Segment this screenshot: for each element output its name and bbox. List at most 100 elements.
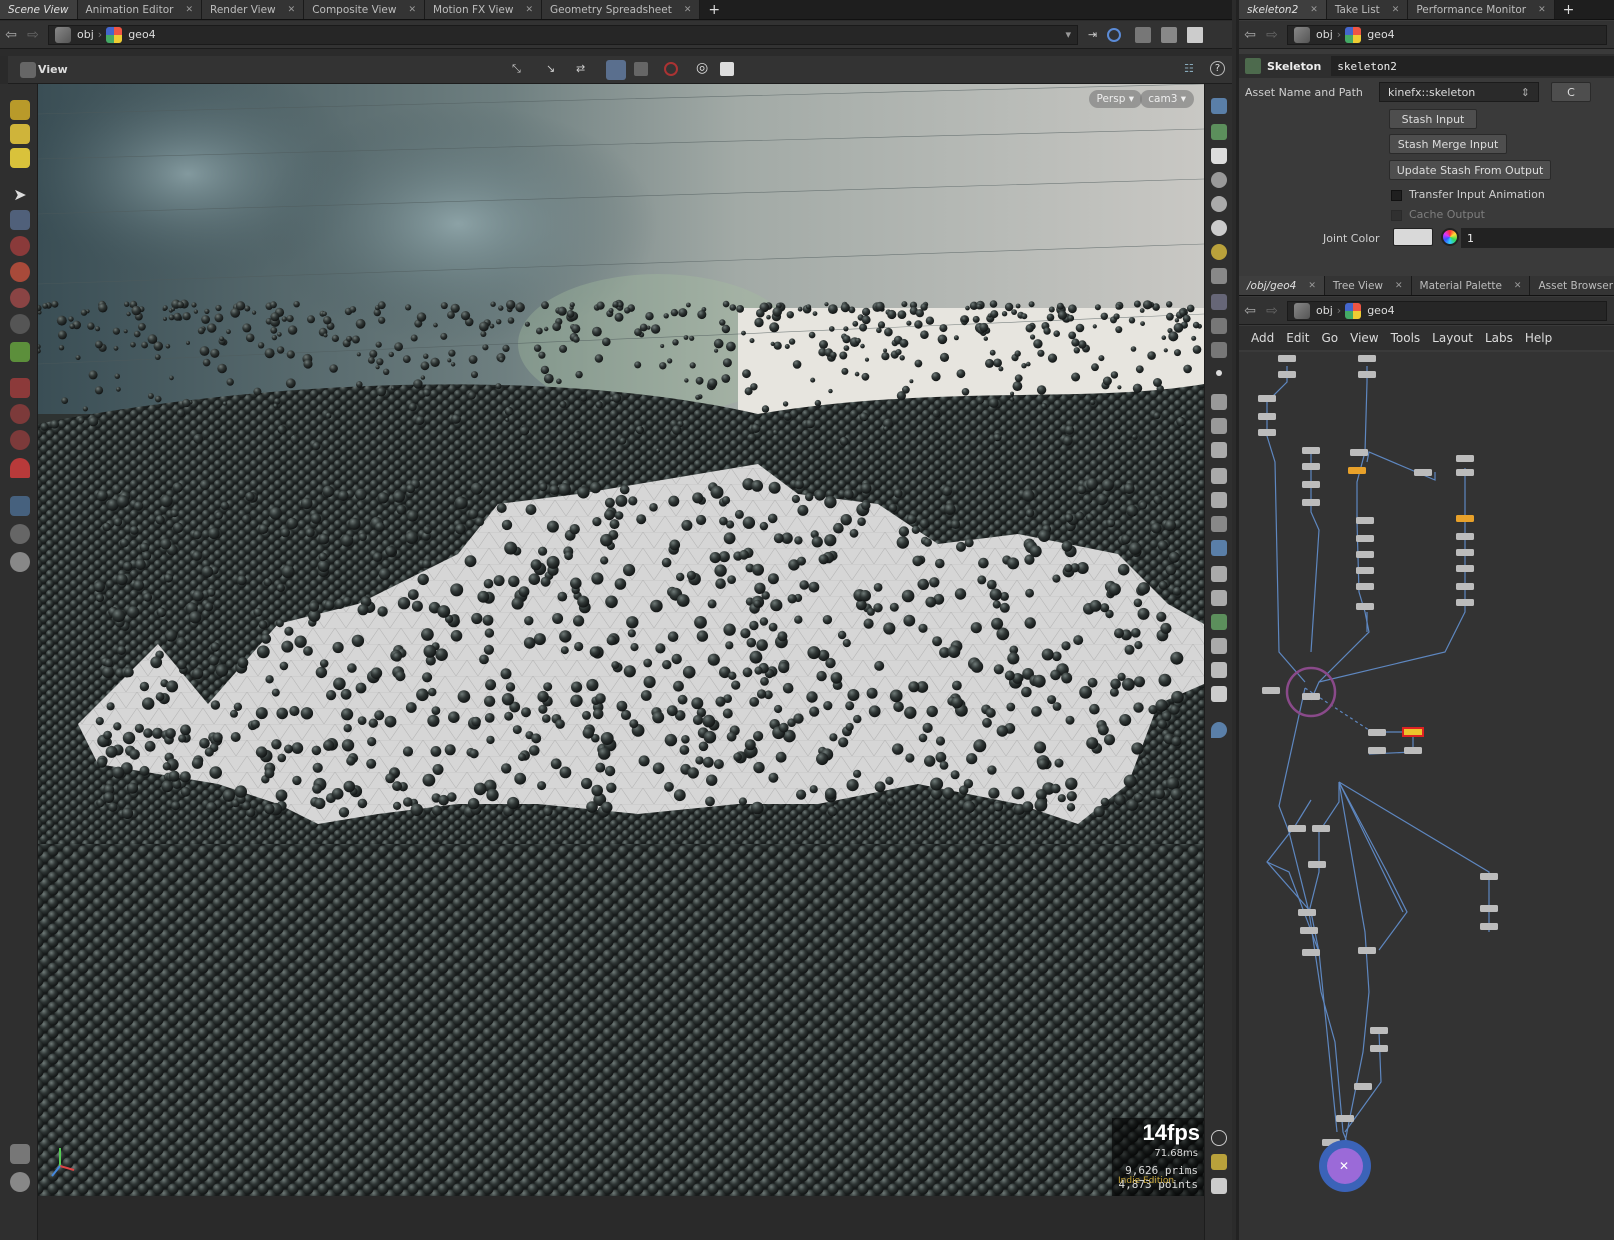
menu-labs[interactable]: Labs (1485, 331, 1513, 345)
select-groups-icon[interactable] (606, 60, 626, 80)
network-node[interactable] (1456, 469, 1474, 476)
wireframe-icon[interactable] (1211, 566, 1227, 582)
smooth-shade-icon[interactable] (1211, 590, 1227, 606)
network-node[interactable] (1278, 355, 1296, 362)
path-field[interactable]: obj › geo4 (1287, 300, 1607, 321)
close-icon[interactable]: ✕ (1395, 281, 1403, 291)
display-options-icon[interactable] (1135, 26, 1152, 43)
display-mode-icon[interactable] (1211, 98, 1227, 114)
network-node[interactable] (1356, 551, 1374, 558)
joint-color-swatch[interactable] (1393, 228, 1433, 246)
network-node[interactable] (1480, 923, 1498, 930)
snap-tool-icon[interactable] (10, 378, 30, 398)
viewport-icon[interactable] (10, 496, 30, 516)
tab-asset-browser[interactable]: Asset Browser✕ (1530, 276, 1614, 295)
close-icon[interactable]: ✕ (1514, 281, 1522, 291)
joint-color-value-field[interactable]: 1 (1461, 228, 1614, 248)
transform-icon[interactable]: ⇄ (576, 62, 585, 75)
image-icon[interactable] (1211, 686, 1227, 702)
background-icon[interactable] (10, 1172, 30, 1192)
menu-help[interactable]: Help (1525, 331, 1552, 345)
network-node[interactable] (1258, 413, 1276, 420)
select-arrow-tool-icon[interactable]: ➤ (10, 184, 30, 204)
pose-tool-icon[interactable] (10, 314, 30, 334)
link-icon[interactable] (1107, 27, 1122, 42)
light-icon[interactable] (10, 552, 30, 572)
network-node[interactable] (1350, 449, 1368, 456)
stash-input-button[interactable]: Stash Input (1389, 109, 1477, 129)
grid-snap-icon[interactable] (1211, 638, 1227, 654)
network-node[interactable] (1302, 447, 1320, 454)
network-node[interactable] (1358, 371, 1376, 378)
help-icon[interactable]: ? (1210, 61, 1225, 76)
network-node[interactable] (1302, 693, 1320, 700)
scale-tool-icon[interactable] (10, 288, 30, 308)
info-icon[interactable] (1211, 1130, 1227, 1146)
brush-tool-icon[interactable] (10, 342, 30, 362)
select-arrow-icon[interactable]: ↘ (546, 62, 555, 75)
close-icon[interactable]: ✕ (525, 5, 533, 15)
network-node[interactable] (1262, 687, 1280, 694)
network-node[interactable] (1370, 1045, 1388, 1052)
close-icon[interactable]: ✕ (185, 5, 193, 15)
tab-obj-geo4[interactable]: /obj/geo4 ✕ (1239, 276, 1325, 295)
network-node[interactable] (1302, 463, 1320, 470)
network-node[interactable] (1354, 1083, 1372, 1090)
tab-motion-fx-view[interactable]: Motion FX View ✕ (425, 0, 542, 19)
edge-icon[interactable] (1211, 394, 1227, 410)
render-icon[interactable] (720, 62, 734, 76)
close-icon[interactable]: ✕ (1310, 5, 1318, 15)
uv-display-icon[interactable] (1211, 342, 1227, 358)
transfer-anim-checkbox[interactable] (1391, 190, 1402, 201)
network-node[interactable] (1356, 517, 1374, 524)
network-node[interactable] (1456, 533, 1474, 540)
network-node[interactable] (1368, 747, 1386, 754)
select-geometry-icon[interactable] (634, 62, 648, 76)
network-node[interactable] (1480, 873, 1498, 880)
magnet-icon[interactable] (10, 458, 30, 478)
network-node[interactable] (1298, 909, 1316, 916)
color-wheel-icon[interactable] (1441, 228, 1459, 246)
network-node[interactable] (1358, 355, 1376, 362)
network-node[interactable] (1278, 371, 1296, 378)
menu-add[interactable]: Add (1251, 331, 1274, 345)
network-node[interactable] (1288, 825, 1306, 832)
tab-render-view[interactable]: Render View ✕ (202, 0, 305, 19)
display-flag-node[interactable] (1402, 727, 1424, 737)
path-field[interactable]: obj › geo4 (1287, 24, 1607, 45)
disable-icon[interactable] (664, 62, 678, 76)
menu-layout[interactable]: Layout (1432, 331, 1473, 345)
tab-skeleton2[interactable]: skeleton2 ✕ (1239, 0, 1327, 19)
asset-action-button[interactable]: C (1551, 82, 1591, 102)
crop-icon[interactable] (1211, 516, 1227, 532)
prim-display-icon[interactable] (1211, 294, 1227, 310)
location-icon[interactable] (1211, 722, 1227, 738)
tab-scene-view[interactable]: Scene View (0, 0, 78, 19)
network-node[interactable] (1404, 747, 1422, 754)
snapshot-view-icon[interactable] (1211, 1178, 1227, 1194)
handle-tool-icon[interactable] (10, 100, 30, 120)
forward-arrow-icon[interactable]: ⇨ (22, 27, 44, 43)
state-tool-icon[interactable] (10, 148, 30, 168)
lock-camera-icon[interactable] (1211, 148, 1227, 164)
ground-plane-icon[interactable] (10, 1144, 30, 1164)
network-node[interactable] (1368, 729, 1386, 736)
move-tool-icon[interactable] (10, 236, 30, 256)
menu-go[interactable]: Go (1321, 331, 1338, 345)
menu-edit[interactable]: Edit (1286, 331, 1309, 345)
backface-icon[interactable] (1211, 540, 1227, 556)
plus-icon[interactable]: + (700, 0, 728, 19)
menu-tools[interactable]: Tools (1391, 331, 1421, 345)
network-node[interactable] (1302, 481, 1320, 488)
stash-merge-input-button[interactable]: Stash Merge Input (1389, 134, 1507, 154)
network-node[interactable] (1456, 549, 1474, 556)
pencil-icon[interactable] (1211, 418, 1227, 434)
snap-grid-icon[interactable] (10, 404, 30, 424)
chevron-updown-icon[interactable]: ⇕ (1521, 86, 1530, 99)
network-node[interactable] (1308, 861, 1326, 868)
shading-icon[interactable] (1211, 196, 1227, 212)
network-node[interactable] (1348, 467, 1366, 474)
network-node[interactable] (1258, 395, 1276, 402)
plus-icon[interactable]: + (1555, 0, 1583, 19)
rotate-tool-icon[interactable] (10, 262, 30, 282)
